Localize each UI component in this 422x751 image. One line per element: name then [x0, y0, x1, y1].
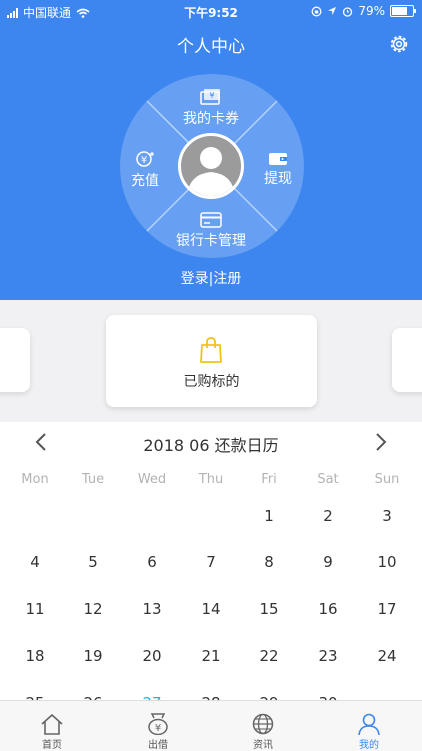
calendar-day[interactable]: 15 — [244, 600, 294, 618]
calendar-day[interactable]: 14 — [186, 600, 236, 618]
calendar-day[interactable]: 11 — [10, 600, 60, 618]
calendar-day[interactable]: 6 — [127, 553, 177, 571]
settings-gear-icon[interactable] — [388, 33, 410, 55]
calendar-day[interactable]: 10 — [362, 553, 412, 571]
bank-card-management-button[interactable]: 银行卡管理 — [166, 212, 256, 250]
calendar-day[interactable]: 20 — [127, 647, 177, 665]
rotation-lock-icon — [311, 6, 322, 16]
calendar-day[interactable]: 13 — [127, 600, 177, 618]
calendar-day[interactable]: 19 — [68, 647, 118, 665]
money-bag-icon: ¥ — [148, 713, 168, 735]
weekday-header: Thu — [198, 472, 224, 487]
weekday-header: Mon — [21, 472, 49, 487]
calendar-day[interactable]: 17 — [362, 600, 412, 618]
weekday-header: Wed — [137, 472, 167, 487]
svg-text:¥: ¥ — [155, 723, 161, 734]
bank-card-management-label: 银行卡管理 — [176, 233, 246, 249]
recharge-icon: ¥ — [136, 151, 154, 167]
tab-lend[interactable]: ¥ 出借 — [128, 701, 188, 751]
calendar-day[interactable]: 24 — [362, 647, 412, 665]
tab-bar: 首页 ¥ 出借 资讯 我的 — [0, 700, 422, 751]
calendar-day[interactable]: 1 — [244, 507, 294, 525]
user-icon — [358, 713, 380, 735]
tab-home[interactable]: 首页 — [22, 701, 82, 751]
calendar-day[interactable]: 18 — [10, 647, 60, 665]
purchased-products-label: 已购标的 — [183, 374, 240, 390]
alarm-icon — [343, 6, 353, 17]
calendar-title: 2018 06 还款日历 — [143, 436, 279, 455]
withdraw-label: 提现 — [264, 171, 292, 187]
calendar-day[interactable]: 22 — [244, 647, 294, 665]
calendar-day[interactable]: 7 — [186, 553, 236, 571]
calendar-day[interactable]: 12 — [68, 600, 118, 618]
home-icon — [41, 713, 63, 735]
recharge-button[interactable]: ¥ 充值 — [125, 150, 165, 190]
avatar[interactable] — [178, 133, 244, 199]
coupon-icon: ¥ — [200, 89, 220, 105]
my-coupons-label: 我的卡券 — [183, 111, 239, 127]
globe-icon — [252, 713, 274, 735]
user-silhouette-icon — [187, 147, 235, 196]
withdraw-button[interactable]: 提现 — [258, 150, 298, 188]
weekday-header: Sat — [317, 472, 339, 487]
tab-me[interactable]: 我的 — [339, 701, 399, 751]
battery-icon — [390, 5, 416, 17]
tab-me-label: 我的 — [359, 740, 379, 751]
calendar-day[interactable]: 5 — [68, 553, 118, 571]
calendar-day[interactable]: 2 — [303, 507, 353, 525]
purchased-products-card[interactable]: 已购标的 — [106, 315, 317, 407]
bank-card-icon — [200, 212, 222, 228]
battery-percent: 79% — [358, 4, 385, 18]
shopping-bag-icon — [200, 337, 222, 363]
recharge-label: 充值 — [131, 173, 159, 189]
calendar-day[interactable]: 8 — [244, 553, 294, 571]
tab-news[interactable]: 资讯 — [233, 701, 293, 751]
my-coupons-button[interactable]: ¥ 我的卡券 — [175, 88, 247, 128]
tab-lend-label: 出借 — [148, 740, 168, 751]
weekday-header: Sun — [374, 472, 400, 487]
weekday-header: Tue — [81, 472, 105, 487]
login-register-link[interactable]: 登录|注册 — [0, 268, 422, 288]
weekday-header: Fri — [261, 472, 277, 487]
calendar-day[interactable]: 21 — [186, 647, 236, 665]
wallet-icon — [269, 153, 287, 165]
page-title: 个人中心 — [177, 37, 245, 57]
calendar-day[interactable]: 16 — [303, 600, 353, 618]
tab-news-label: 资讯 — [253, 740, 273, 751]
calendar-header: 2018 06 还款日历 — [0, 422, 422, 462]
side-card-right[interactable] — [392, 328, 422, 392]
side-card-left[interactable] — [0, 328, 30, 392]
calendar-day[interactable]: 3 — [362, 507, 412, 525]
status-bar: 中国联通 下午9:52 79% — [0, 0, 422, 22]
location-icon — [328, 7, 337, 15]
svg-text:¥: ¥ — [209, 91, 214, 100]
next-month-arrow-icon[interactable] — [372, 432, 390, 452]
calendar-day[interactable]: 23 — [303, 647, 353, 665]
svg-text:¥: ¥ — [141, 155, 147, 166]
calendar-day[interactable]: 4 — [10, 553, 60, 571]
calendar-day[interactable]: 9 — [303, 553, 353, 571]
tab-home-label: 首页 — [42, 740, 62, 751]
